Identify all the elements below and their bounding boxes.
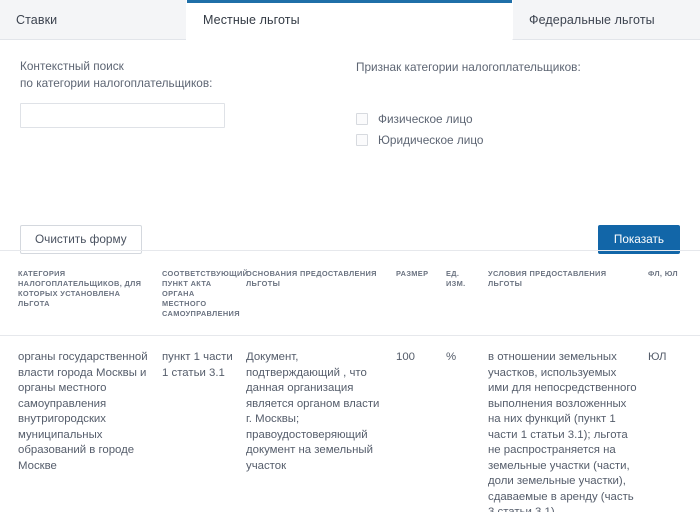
search-input[interactable]: [20, 103, 225, 128]
column-header-conditions: УСЛОВИЯ ПРЕДОСТАВЛЕНИЯ ЛЬГОТЫ: [488, 251, 648, 336]
form-column-left: Контекстный поиск по категории налогопла…: [20, 58, 356, 154]
payer-type-checkbox-group: Физическое лицо Юридическое лицо: [356, 112, 680, 147]
tab-rates-label: Ставки: [16, 12, 58, 27]
cell-unit: %: [446, 335, 488, 512]
cell-payer-type: ЮЛ: [648, 335, 700, 512]
tab-federal-benefits-label: Федеральные льготы: [529, 12, 655, 27]
form-column-right: Признак категории налогоплательщиков: Фи…: [356, 58, 680, 154]
column-header-category: КАТЕГОРИЯ НАЛОГОПЛАТЕЛЬЩИКОВ, ДЛЯ КОТОРЫ…: [0, 251, 162, 336]
tab-federal-benefits[interactable]: Федеральные льготы: [512, 0, 700, 40]
cell-conditions: в отношении земельных участков, использу…: [488, 335, 648, 512]
checkbox-individual-label: Физическое лицо: [378, 112, 473, 126]
column-header-size: РАЗМЕР: [396, 251, 446, 336]
page-root: Ставки Местные льготы Федеральные льготы…: [0, 0, 700, 512]
column-header-punkt: СООТВЕТСТВУЮЩИЙ ПУНКТ АКТА ОРГАНА МЕСТНО…: [162, 251, 248, 336]
results-table-head: КАТЕГОРИЯ НАЛОГОПЛАТЕЛЬЩИКОВ, ДЛЯ КОТОРЫ…: [0, 251, 700, 336]
cell-punkt: пункт 1 части 1 статьи 3.1: [162, 335, 246, 512]
form-columns: Контекстный поиск по категории налогопла…: [20, 58, 680, 154]
checkbox-legal-entity[interactable]: Юридическое лицо: [356, 133, 680, 147]
tab-local-benefits-label: Местные льготы: [203, 12, 300, 27]
cell-basis: Документ, подтверждающий , что данная ор…: [246, 335, 396, 512]
table-row: органы государственной власти города Мос…: [0, 335, 700, 512]
results-table-container: КАТЕГОРИЯ НАЛОГОПЛАТЕЛЬЩИКОВ, ДЛЯ КОТОРЫ…: [0, 250, 700, 512]
column-header-unit: ЕД. ИЗМ.: [446, 251, 488, 336]
results-table-body: органы государственной власти города Мос…: [0, 335, 700, 512]
checkbox-box-icon[interactable]: [356, 113, 368, 125]
tab-rates[interactable]: Ставки: [0, 0, 186, 40]
cell-size: 100: [396, 335, 446, 512]
search-form-panel: Контекстный поиск по категории налогопла…: [0, 40, 700, 254]
column-header-payer-type: ФЛ, ЮЛ: [648, 251, 700, 336]
category-field-label: Признак категории налогоплательщиков:: [356, 60, 581, 74]
table-header-row: КАТЕГОРИЯ НАЛОГОПЛАТЕЛЬЩИКОВ, ДЛЯ КОТОРЫ…: [0, 251, 700, 336]
results-table: КАТЕГОРИЯ НАЛОГОПЛАТЕЛЬЩИКОВ, ДЛЯ КОТОРЫ…: [0, 251, 700, 512]
checkbox-box-icon[interactable]: [356, 134, 368, 146]
tab-bar: Ставки Местные льготы Федеральные льготы: [0, 0, 700, 40]
checkbox-legal-entity-label: Юридическое лицо: [378, 133, 484, 147]
search-field-label: Контекстный поиск по категории налогопла…: [20, 59, 213, 90]
tab-local-benefits[interactable]: Местные льготы: [186, 0, 512, 40]
cell-category: органы государственной власти города Мос…: [0, 335, 162, 512]
column-header-basis: ОСНОВАНИЯ ПРЕДОСТАВЛЕНИЯ ЛЬГОТЫ: [246, 251, 396, 336]
checkbox-individual[interactable]: Физическое лицо: [356, 112, 680, 126]
